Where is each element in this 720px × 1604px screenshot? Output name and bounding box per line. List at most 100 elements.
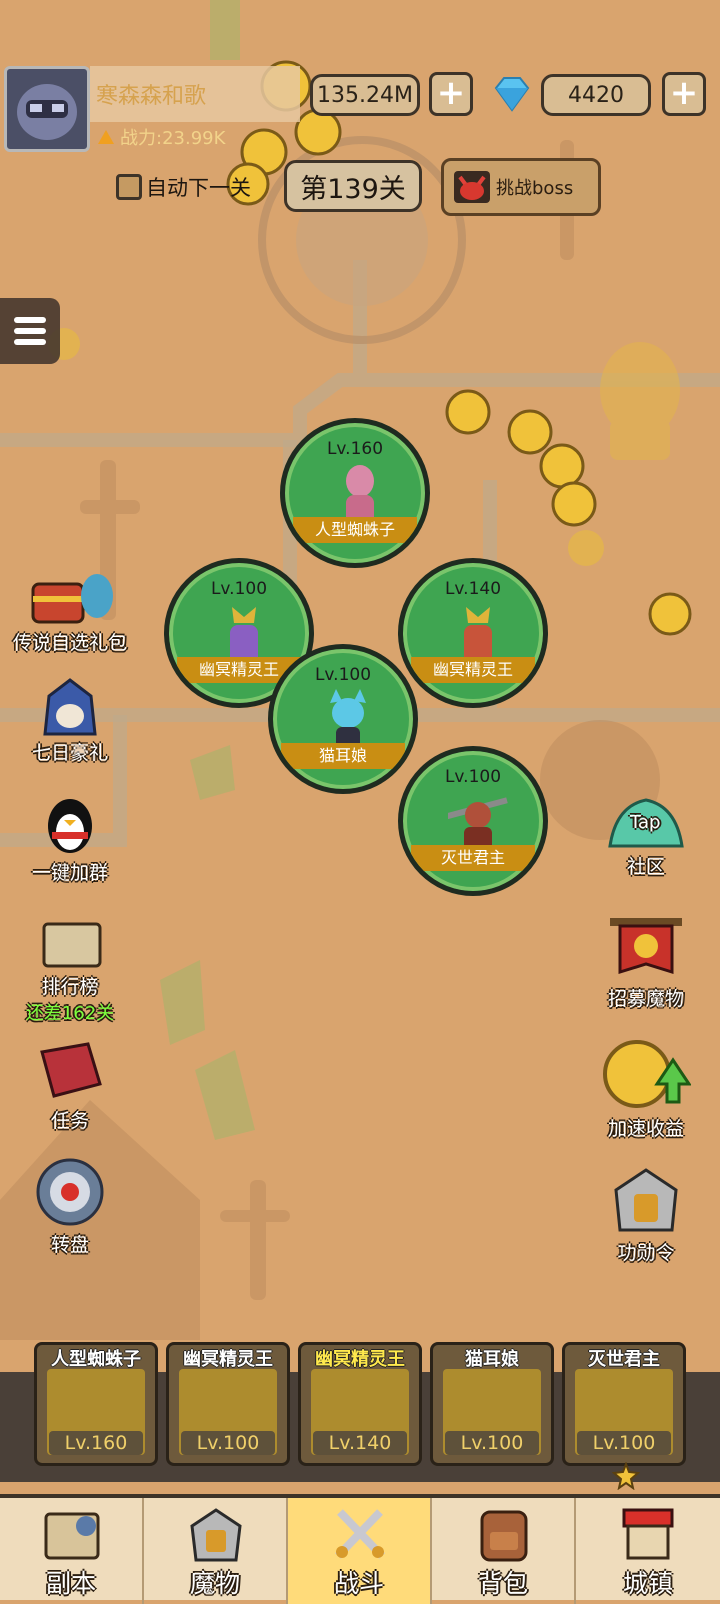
team-slot-level: Lv.140 (313, 1431, 407, 1455)
leaderboard-label: 排行榜 (41, 976, 99, 998)
legend-gift-pack-button[interactable]: 传说自选礼包 (0, 566, 140, 655)
gold-counter: 135.24M (310, 74, 420, 116)
recruit-monster-button[interactable]: 招募魔物 (576, 916, 716, 1011)
diamond-icon (494, 77, 530, 112)
team-slot-level: Lv.100 (445, 1431, 539, 1455)
team-slot-level: Lv.100 (577, 1431, 671, 1455)
unit-level: Lv.140 (444, 579, 502, 599)
community-button[interactable]: Tap 社区 (576, 796, 716, 879)
combat-power-value: 战力:23.99K (120, 128, 226, 149)
nav-town[interactable]: 城镇 (576, 1498, 720, 1604)
shop-icon (622, 1508, 674, 1560)
nav-town-label: 城镇 (622, 1569, 673, 1598)
unit-name: 灭世君主 (411, 845, 535, 871)
player-name: 寒森森和歌 (96, 84, 207, 109)
unit-level: Lv.100 (314, 665, 372, 685)
helmet-icon (614, 1168, 678, 1232)
lucky-wheel-button[interactable]: 转盘 (0, 1156, 140, 1257)
team-slot-name: 幽冥精灵王 (315, 1349, 405, 1370)
add-gold-button[interactable]: + (429, 72, 473, 116)
player-avatar[interactable] (4, 66, 90, 152)
team-slot-2[interactable]: 幽冥精灵王 Lv.100 (166, 1342, 290, 1466)
unit-level: Lv.100 (444, 767, 502, 787)
current-stage: 第139关 (284, 160, 422, 212)
merit-pass-label: 功勋令 (617, 1242, 675, 1264)
join-group-label: 一键加群 (31, 862, 108, 884)
wheel-icon (36, 1158, 104, 1226)
nav-battle[interactable]: 战斗 (288, 1498, 432, 1604)
tap-badge: Tap (629, 812, 660, 833)
map-icon (44, 1512, 100, 1560)
player-header: 寒森森和歌 战力:23.99K 135.24M + 4420 + (0, 64, 720, 156)
auto-next-toggle[interactable]: 自动下一关 (116, 172, 251, 202)
menu-icon-line (14, 339, 46, 345)
nav-monsters-label: 魔物 (189, 1569, 240, 1598)
add-gems-button[interactable]: + (662, 72, 706, 116)
boss-demon-icon (454, 171, 490, 203)
lucky-wheel-label: 转盘 (50, 1234, 89, 1256)
auto-next-checkbox[interactable] (116, 174, 142, 200)
menu-icon-line (14, 328, 46, 334)
gem-counter: 4420 (541, 74, 651, 116)
swords-icon (335, 1509, 385, 1559)
seven-day-gift-button[interactable]: 七日豪礼 (0, 676, 140, 765)
team-slot-name: 灭世君主 (588, 1349, 660, 1370)
avatar-robot-icon (17, 84, 77, 140)
side-menu-button[interactable] (0, 298, 60, 364)
nav-dungeon-label: 副本 (45, 1569, 96, 1598)
quests-button[interactable]: 任务 (0, 1040, 140, 1133)
team-slot-1[interactable]: 人型蜘蛛子 Lv.160 (34, 1342, 158, 1466)
team-slot-5[interactable]: 灭世君主 Lv.100 (562, 1342, 686, 1466)
monster-icon (190, 1508, 242, 1562)
unit-name: 幽冥精灵王 (411, 657, 535, 683)
community-label: 社区 (626, 856, 665, 878)
unit-world-destroyer[interactable]: Lv.100 灭世君主 (398, 746, 548, 896)
star-icon (612, 1462, 640, 1490)
auto-next-label: 自动下一关 (146, 176, 251, 200)
nav-monsters[interactable]: 魔物 (144, 1498, 288, 1604)
scroll-icon (42, 922, 102, 968)
menu-icon-line (14, 317, 46, 323)
backpack-icon (480, 1510, 528, 1562)
unit-level: Lv.100 (210, 579, 268, 599)
knight-helmet-icon (43, 678, 97, 736)
challenge-boss-button[interactable]: 挑战boss (441, 158, 601, 216)
nav-dungeon[interactable]: 副本 (0, 1498, 144, 1604)
seven-day-gift-label: 七日豪礼 (31, 742, 108, 764)
merit-pass-button[interactable]: 功勋令 (576, 1166, 716, 1265)
quests-label: 任务 (50, 1110, 89, 1132)
bottom-navigation: 副本 魔物 战斗 背包 城镇 (0, 1494, 720, 1604)
banner-icon (610, 918, 682, 975)
unit-spider-girl[interactable]: Lv.160 人型蜘蛛子 (280, 418, 430, 568)
team-slot-4[interactable]: 猫耳娘 Lv.100 (430, 1342, 554, 1466)
nav-battle-label: 战斗 (333, 1569, 384, 1598)
speed-up-earnings-button[interactable]: 加速收益 (576, 1036, 716, 1141)
recruit-monster-label: 招募魔物 (607, 988, 684, 1010)
team-slot-name: 幽冥精灵王 (183, 1349, 273, 1370)
book-icon (40, 1042, 102, 1098)
join-group-button[interactable]: 一键加群 (0, 796, 140, 885)
nav-backpack[interactable]: 背包 (432, 1498, 576, 1604)
team-slot-level: Lv.100 (181, 1431, 275, 1455)
unit-name: 人型蜘蛛子 (293, 517, 417, 543)
legend-gift-pack-label: 传说自选礼包 (12, 632, 127, 654)
unit-level: Lv.160 (326, 439, 384, 459)
nav-backpack-label: 背包 (477, 1569, 528, 1598)
team-slot-3[interactable]: 幽冥精灵王 Lv.140 (298, 1342, 422, 1466)
stages-behind-label: 还差162关 (25, 1003, 115, 1024)
unit-cat-girl[interactable]: Lv.100 猫耳娘 (268, 644, 418, 794)
combat-power: 战力:23.99K (96, 124, 225, 150)
speed-up-earnings-label: 加速收益 (607, 1118, 684, 1140)
tap-mountain-icon: Tap (608, 798, 684, 848)
unit-netherworld-elf-king[interactable]: Lv.140 幽冥精灵王 (398, 558, 548, 708)
team-slot-name: 猫耳娘 (465, 1349, 519, 1370)
power-icon (98, 130, 114, 144)
leaderboard-button[interactable]: 排行榜 还差162关 (0, 918, 140, 1025)
coin-arrow-icon (603, 1040, 691, 1108)
challenge-boss-label: 挑战boss (496, 178, 574, 199)
team-slot-level: Lv.160 (49, 1431, 143, 1455)
unit-name: 猫耳娘 (281, 743, 405, 769)
penguin-icon (48, 799, 92, 853)
treasure-chest-icon (31, 574, 113, 624)
team-slot-name: 人型蜘蛛子 (51, 1349, 141, 1370)
